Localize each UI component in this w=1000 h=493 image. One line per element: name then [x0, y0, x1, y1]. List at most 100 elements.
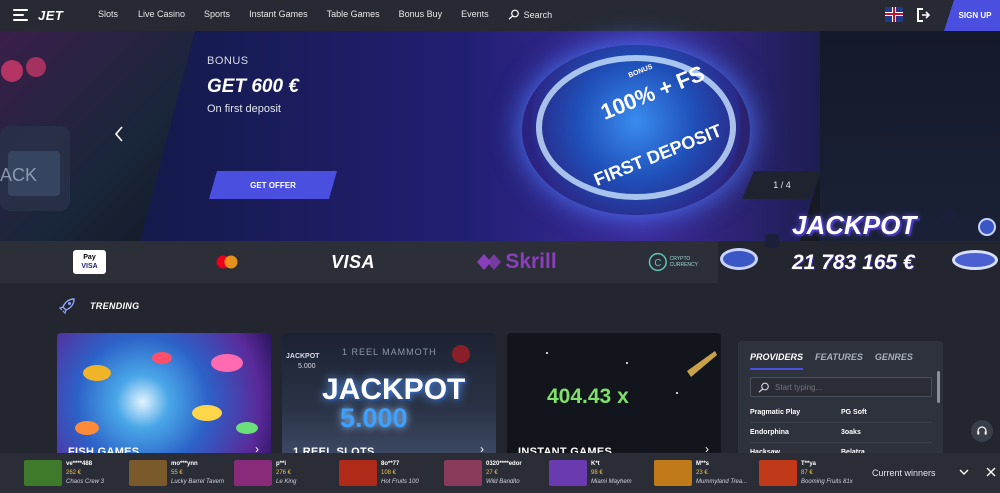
- winner-item[interactable]: M**s 23 € Mummyland Trea...: [654, 458, 747, 488]
- hero-pager: 1 / 4: [742, 171, 822, 199]
- instant-games-card[interactable]: 404.43 x INSTANT GAMES ›: [507, 333, 721, 458]
- headset-icon: [977, 426, 987, 435]
- provider-pg-soft[interactable]: PG Soft: [841, 409, 932, 416]
- winner-item[interactable]: 0320****edor 27 € Wild Bandito: [444, 458, 522, 488]
- multiplier-text: 404.43 x: [547, 385, 629, 408]
- nav-instant-games[interactable]: Instant Games: [249, 9, 308, 20]
- bonus-subtitle: On first deposit: [207, 103, 281, 115]
- payment-methods-strip: Pay VISA VISA Skrill C CRYPTO CURRENCY: [0, 241, 718, 283]
- fish-games-art: [75, 352, 258, 435]
- winner-amount: 276 €: [276, 470, 292, 476]
- close-icon[interactable]: [985, 466, 997, 478]
- winner-item[interactable]: T**ya 87 € Booming Fruits 81x: [759, 458, 853, 488]
- main-nav: Slots Live Casino Sports Instant Games T…: [98, 9, 552, 20]
- winner-game: Mummyland Trea...: [696, 479, 748, 485]
- game-thumbnail: [129, 460, 167, 486]
- provider-3oaks[interactable]: 3oaks: [841, 429, 932, 436]
- winner-item[interactable]: ve****488 262 € Chaos Crew 3: [24, 458, 104, 488]
- logo[interactable]: JET: [38, 8, 63, 23]
- provider-pragmatic-play[interactable]: Pragmatic Play: [750, 409, 841, 416]
- winner-amount: 27 €: [486, 470, 498, 476]
- hero-prev-arrow-icon[interactable]: [114, 126, 124, 142]
- current-winners-label: Current winners: [872, 468, 936, 478]
- winner-name: 8o**77: [381, 461, 400, 467]
- dice-icon: [942, 210, 956, 224]
- trending-title: TRENDING: [90, 301, 140, 311]
- provider-row: Endorphina 3oaks: [750, 423, 932, 443]
- language-flag-icon[interactable]: [885, 7, 903, 22]
- small-jackpot-label: JACKPOT: [286, 353, 320, 360]
- mastercard-logo: [212, 241, 242, 283]
- nav-bonus-buy[interactable]: Bonus Buy: [399, 9, 443, 20]
- winner-item[interactable]: p**i 276 € Le King: [234, 458, 296, 488]
- winner-amount: 87 €: [801, 470, 813, 476]
- nav-sports[interactable]: Sports: [204, 9, 230, 20]
- casino-chip-icon: [952, 250, 998, 270]
- bonus-label: BONUS: [207, 55, 249, 67]
- current-winners-bar: ve****488 262 € Chaos Crew 3 mo***ynn 55 € L…: [0, 453, 1000, 493]
- providers-tabs: PROVIDERS FEATURES GENRES: [750, 352, 913, 370]
- game-thumbnail: [549, 460, 587, 486]
- nav-search[interactable]: Search: [508, 9, 553, 20]
- game-thumbnail: [234, 460, 272, 486]
- nav-slots[interactable]: Slots: [98, 9, 118, 20]
- winner-game: Miami Mayhem: [591, 479, 632, 485]
- providers-panel: PROVIDERS FEATURES GENRES Pragmatic Play…: [738, 341, 943, 463]
- apple-pay-text: Pay: [83, 254, 96, 261]
- mammoth-badge-icon: [452, 345, 470, 363]
- tab-genres[interactable]: GENRES: [875, 352, 913, 370]
- login-icon[interactable]: [915, 7, 931, 23]
- nav-search-label: Search: [523, 9, 553, 20]
- support-chat-button[interactable]: [971, 420, 993, 442]
- jackpot-title: JACKPOT: [792, 210, 917, 240]
- search-icon: [758, 382, 769, 393]
- winner-game: Hot Fruits 100: [381, 479, 419, 485]
- winner-name: ve****488: [66, 461, 93, 467]
- winner-name: 0320****edor: [486, 461, 522, 467]
- winner-name: p**i: [276, 461, 287, 467]
- tab-features[interactable]: FEATURES: [815, 352, 863, 370]
- crypto-currency-logo: C CRYPTO CURRENCY: [648, 241, 698, 283]
- skrill-icon: [477, 254, 502, 270]
- winner-game: Booming Fruits 81x: [801, 479, 853, 485]
- provider-scrollbar[interactable]: [937, 371, 940, 403]
- search-icon: [508, 9, 519, 20]
- winner-amount: 98 €: [591, 470, 603, 476]
- provider-search-input[interactable]: [750, 377, 932, 397]
- nav-live-casino[interactable]: Live Casino: [138, 9, 185, 20]
- game-thumbnail: [444, 460, 482, 486]
- nav-table-games[interactable]: Table Games: [327, 9, 380, 20]
- rocket-icon: [58, 298, 75, 315]
- winner-item[interactable]: K*t 98 € Miami Mayhem: [549, 458, 632, 488]
- svg-text:C: C: [654, 258, 661, 269]
- small-jackpot-value: 5.000: [298, 363, 316, 370]
- nav-events[interactable]: Events: [461, 9, 489, 20]
- fish-games-card[interactable]: FISH GAMES ›: [57, 333, 271, 458]
- apple-pay-logo: Pay VISA: [73, 250, 106, 274]
- svg-text:ACK: ACK: [0, 165, 37, 185]
- winner-amount: 55 €: [171, 470, 183, 476]
- provider-row: Pragmatic Play PG Soft: [750, 403, 932, 423]
- winner-item[interactable]: 8o**77 108 € Hot Fruits 100: [339, 458, 419, 488]
- winner-game: Le King: [276, 479, 297, 485]
- visa-logo: VISA: [330, 251, 375, 272]
- winner-amount: 23 €: [696, 470, 708, 476]
- game-thumbnail: [654, 460, 692, 486]
- top-bar: JET Slots Live Casino Sports Instant Gam…: [0, 0, 1000, 31]
- sign-up-button[interactable]: SIGN UP: [944, 0, 1000, 31]
- winner-game: Chaos Crew 3: [66, 479, 105, 485]
- 1-reel-slots-card[interactable]: 1 REEL MAMMOTH JACKPOT 5.000 JACKPOT 5.0…: [282, 333, 496, 458]
- skrill-logo: Skrill: [466, 241, 566, 283]
- tab-providers[interactable]: PROVIDERS: [750, 352, 804, 370]
- get-offer-button[interactable]: GET OFFER: [209, 171, 337, 199]
- winner-amount: 262 €: [66, 470, 82, 476]
- winner-amount: 108 €: [381, 470, 397, 476]
- winner-item[interactable]: mo***ynn 55 € Lucky Barrel Tavern: [129, 458, 224, 488]
- winner-name: mo***ynn: [171, 461, 198, 467]
- crypto-text: CRYPTO CURRENCY: [670, 256, 698, 268]
- chevron-down-icon[interactable]: [958, 466, 970, 478]
- provider-endorphina[interactable]: Endorphina: [750, 429, 841, 436]
- menu-icon[interactable]: [13, 9, 28, 21]
- casino-chip-icon: [720, 248, 758, 270]
- game-thumbnail: [759, 460, 797, 486]
